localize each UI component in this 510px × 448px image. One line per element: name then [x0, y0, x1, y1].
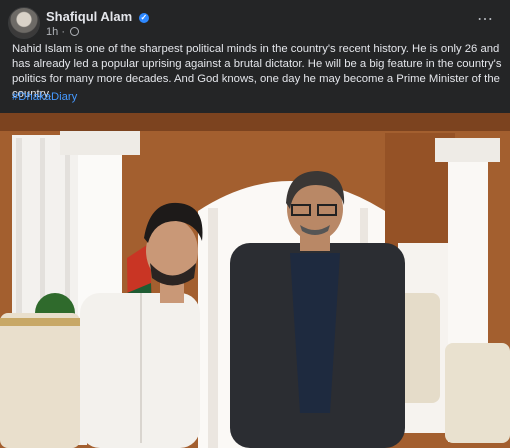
author-name[interactable]: Shafiqul Alam	[46, 9, 132, 24]
photo-scene	[0, 113, 510, 448]
post-time[interactable]: 1h	[46, 26, 58, 38]
author-avatar[interactable]	[8, 7, 40, 39]
meta-separator: ·	[61, 26, 65, 38]
post-photo[interactable]	[0, 113, 510, 448]
globe-icon	[70, 27, 80, 36]
author-name-row[interactable]: Shafiqul Alam ✓	[46, 9, 149, 24]
post-header: Shafiqul Alam ✓ 1h · ⋯	[8, 7, 502, 39]
verified-badge-icon: ✓	[138, 13, 149, 23]
hashtag-link[interactable]: #DhakaDiary	[12, 91, 77, 103]
facebook-post: Shafiqul Alam ✓ 1h · ⋯ Nahid Islam is on…	[0, 0, 510, 448]
post-meta: 1h ·	[46, 26, 80, 38]
post-text: Nahid Islam is one of the sharpest polit…	[12, 43, 502, 100]
more-icon[interactable]: ⋯	[477, 12, 494, 28]
